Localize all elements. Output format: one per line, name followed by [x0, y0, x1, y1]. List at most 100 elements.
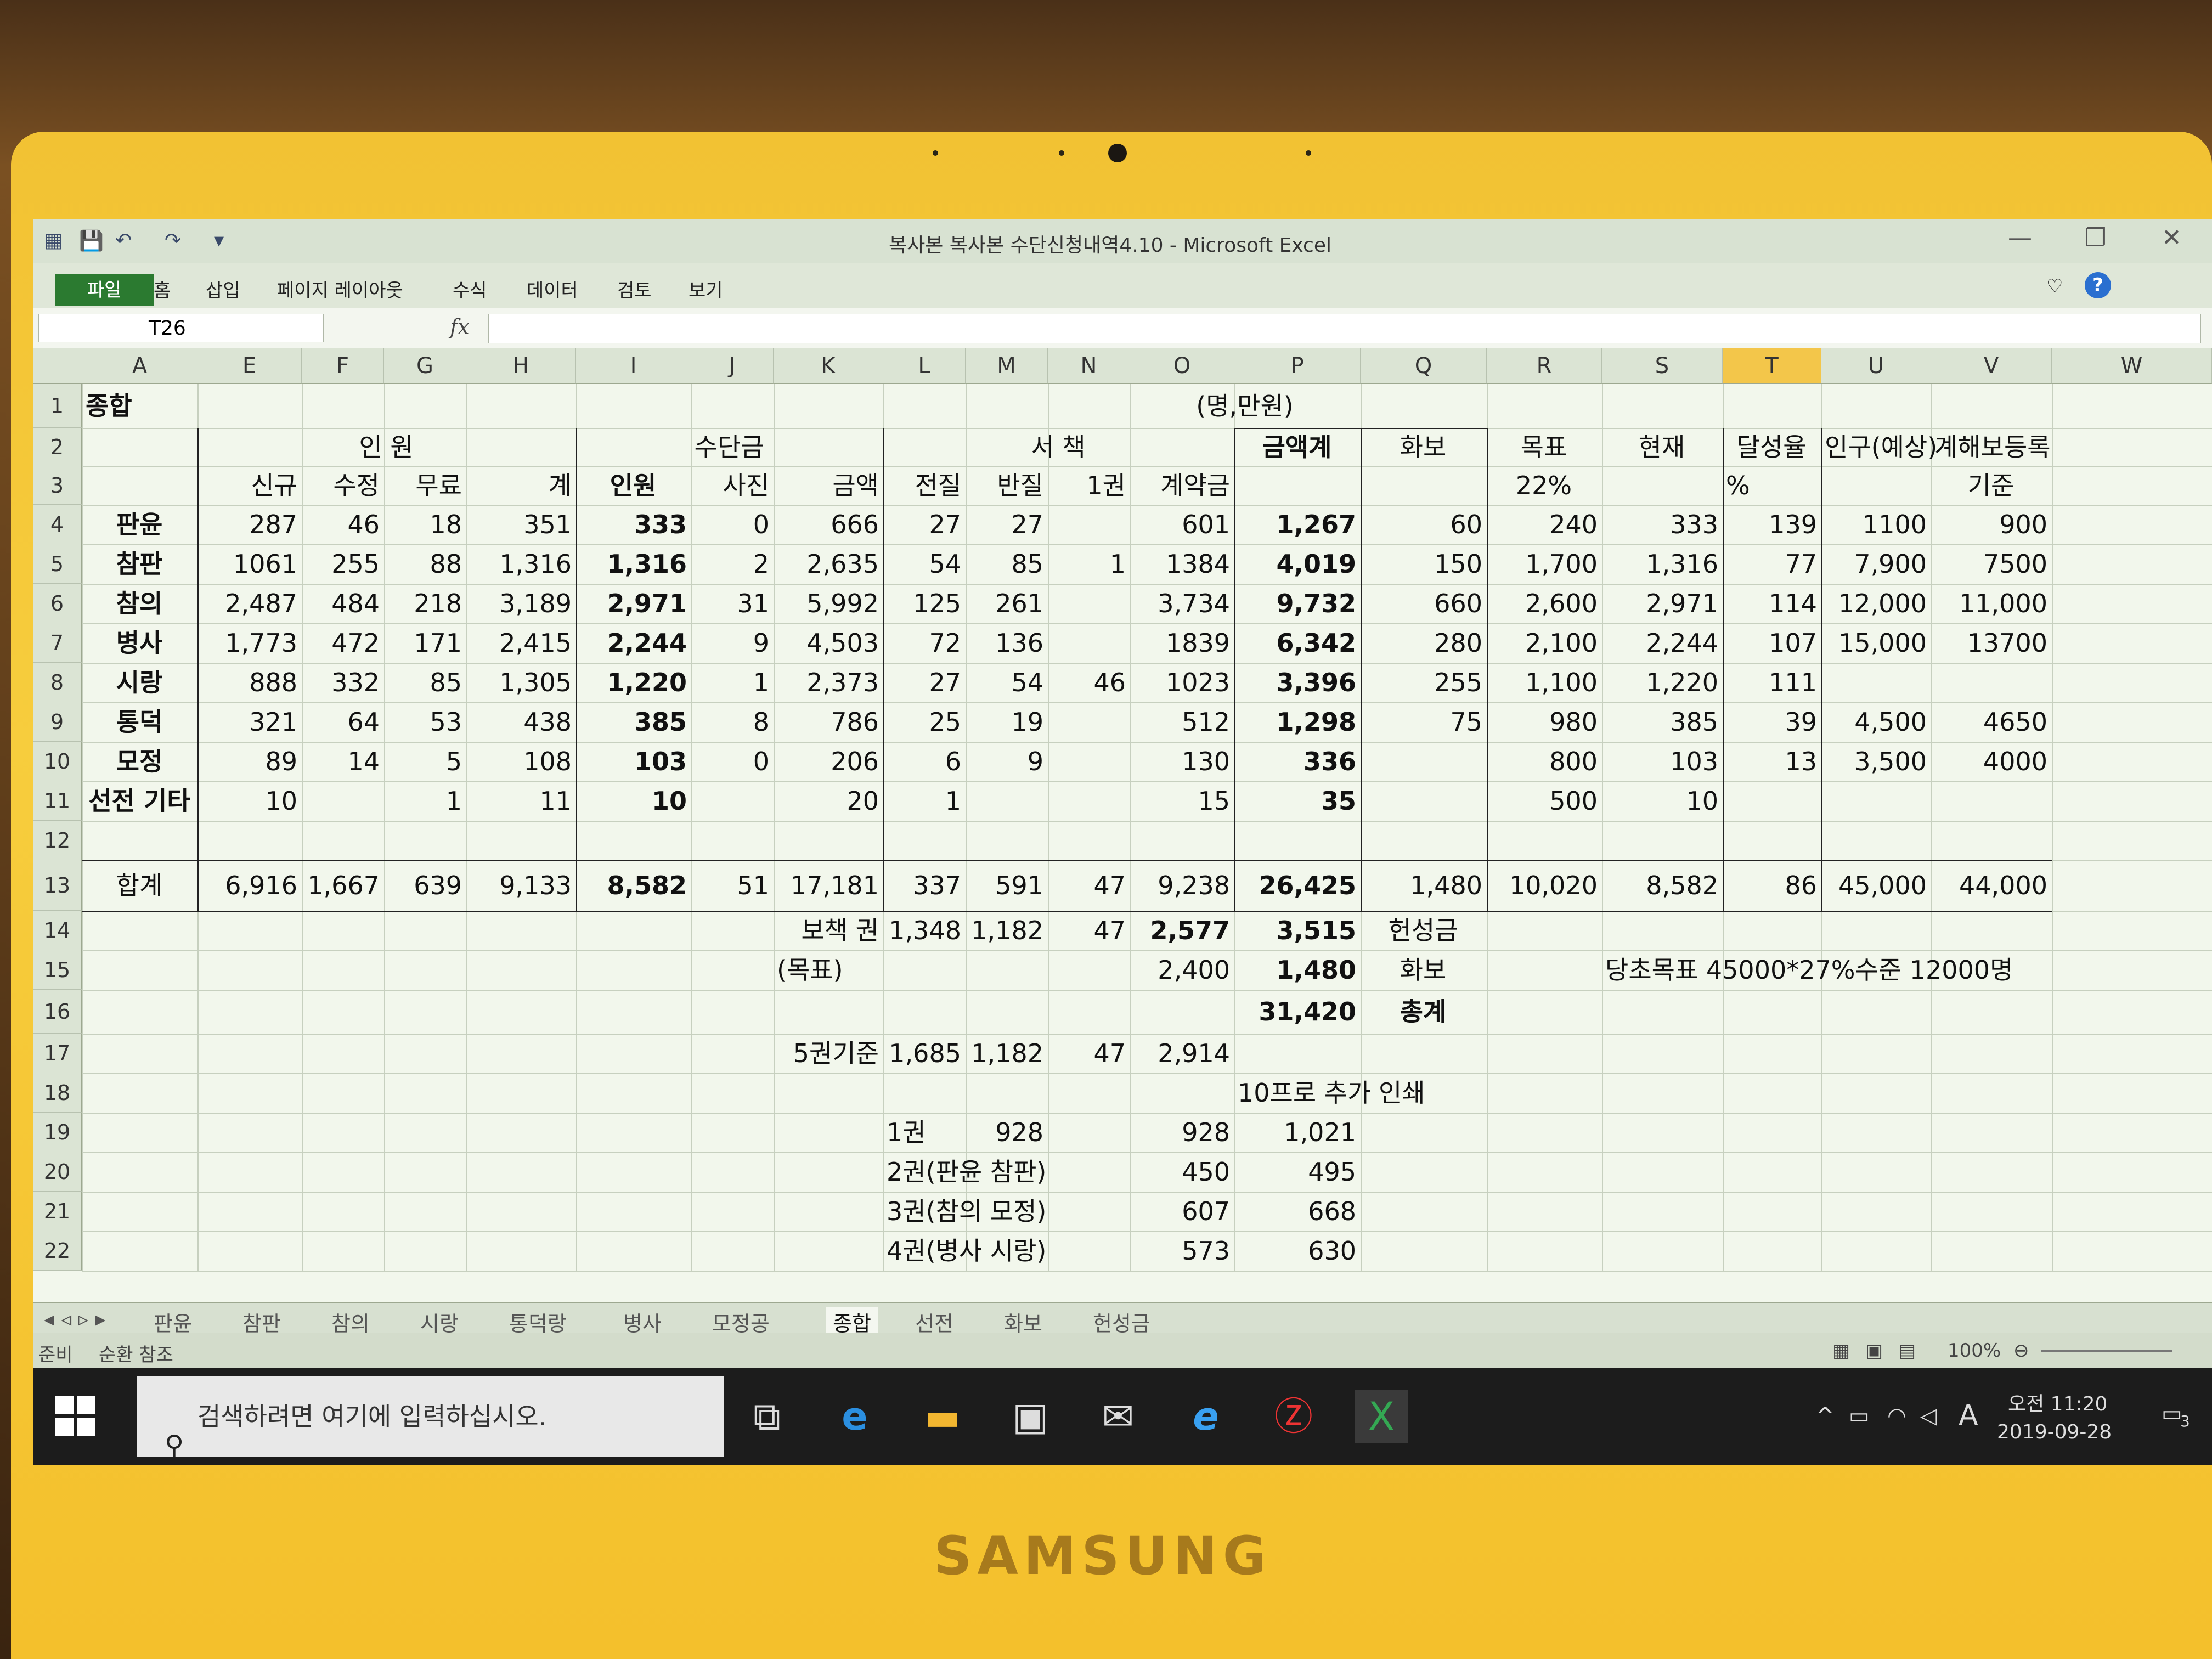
subheader-banjil[interactable]: 반질	[969, 466, 1043, 505]
cell-o4[interactable]: 601	[1133, 505, 1230, 544]
row-header-12[interactable]: 12	[33, 821, 82, 860]
sheet-tab[interactable]: 참판	[242, 1307, 281, 1337]
row-header-15[interactable]: 15	[33, 950, 82, 990]
cell-u8[interactable]	[1825, 663, 1927, 702]
books-label[interactable]: 보책 권	[777, 911, 879, 950]
cell-k5[interactable]: 2,635	[777, 544, 879, 584]
cell-e11[interactable]: 10	[201, 781, 297, 821]
row-header-4[interactable]: 4	[33, 505, 82, 544]
header-ingu[interactable]: 인구(예상)	[1825, 428, 1937, 466]
column-header-o[interactable]: O	[1130, 348, 1234, 384]
cell-t10[interactable]: 13	[1726, 742, 1817, 781]
cell-j5[interactable]: 2	[695, 544, 769, 584]
column-header-p[interactable]: P	[1234, 348, 1361, 384]
row-header-8[interactable]: 8	[33, 663, 82, 702]
cell-n10[interactable]	[1051, 742, 1126, 781]
cell-o6[interactable]: 3,734	[1133, 584, 1230, 623]
redo-icon[interactable]: ↷	[165, 229, 181, 252]
cell-f7[interactable]: 472	[305, 623, 380, 663]
unit-label[interactable]: (명,만원)	[1133, 384, 1356, 428]
cell-m9[interactable]: 19	[969, 702, 1043, 742]
cell-p8[interactable]: 3,396	[1238, 663, 1356, 702]
name-box[interactable]: T26	[38, 314, 324, 342]
cell-j4[interactable]: 0	[695, 505, 769, 544]
cell-f6[interactable]: 484	[305, 584, 380, 623]
cell-f10[interactable]: 14	[305, 742, 380, 781]
row-header-7[interactable]: 7	[33, 623, 82, 663]
vol-label[interactable]: 1권	[887, 1113, 961, 1152]
cell-m11[interactable]	[969, 781, 1043, 821]
cell-n7[interactable]	[1051, 623, 1126, 663]
header-hyeonjae[interactable]: 현재	[1605, 428, 1718, 466]
basis-label[interactable]: 기준	[1934, 466, 2047, 505]
cell-l11[interactable]: 1	[887, 781, 961, 821]
save-icon[interactable]: 💾	[79, 229, 104, 252]
header-mokpyo[interactable]: 목표	[1490, 428, 1598, 466]
row-name[interactable]: 모정	[86, 742, 193, 781]
cell-m5[interactable]: 85	[969, 544, 1043, 584]
row-header-10[interactable]: 10	[33, 742, 82, 781]
total-k[interactable]: 17,181	[777, 860, 879, 911]
sheet-tab[interactable]: 선전	[915, 1307, 953, 1337]
cell-p10[interactable]: 336	[1238, 742, 1356, 781]
sheet-tab[interactable]: 시랑	[420, 1307, 459, 1337]
row-name[interactable]: 참판	[86, 544, 193, 584]
tab-data[interactable]: 데이터	[527, 275, 578, 302]
cell-r9[interactable]: 980	[1490, 702, 1598, 742]
cell-v8[interactable]	[1934, 663, 2047, 702]
tray-chevron-icon[interactable]: ^	[1816, 1403, 1835, 1429]
cell-p4[interactable]: 1,267	[1238, 505, 1356, 544]
row-header-13[interactable]: 13	[33, 860, 82, 911]
header-hwabo[interactable]: 화보	[1364, 428, 1482, 466]
five-vol-m[interactable]: 1,182	[969, 1034, 1043, 1073]
cell-g9[interactable]: 53	[387, 702, 462, 742]
cell-n8[interactable]: 46	[1051, 663, 1126, 702]
row-header-5[interactable]: 5	[33, 544, 82, 584]
cell-p9[interactable]: 1,298	[1238, 702, 1356, 742]
tab-review[interactable]: 검토	[617, 275, 652, 302]
sheet-title[interactable]: 종합	[86, 384, 193, 428]
excel-taskbar-icon[interactable]: X	[1355, 1390, 1408, 1443]
total-g[interactable]: 639	[387, 860, 462, 911]
cell-t5[interactable]: 77	[1726, 544, 1817, 584]
subheader-sinkyu[interactable]: 신규	[201, 466, 297, 505]
edge-browser-icon[interactable]: e	[828, 1390, 881, 1443]
books-n[interactable]: 47	[1051, 911, 1126, 950]
five-vol-l[interactable]: 1,685	[887, 1034, 961, 1073]
column-header-l[interactable]: L	[883, 348, 966, 384]
row-name[interactable]: 시랑	[86, 663, 193, 702]
cell-n6[interactable]	[1051, 584, 1126, 623]
help-icon[interactable]: ?	[2085, 272, 2111, 298]
subheader-sujeong[interactable]: 수정	[305, 466, 380, 505]
column-header-j[interactable]: J	[691, 348, 774, 384]
sheet-tab[interactable]: 병사	[623, 1307, 662, 1337]
cell-r5[interactable]: 1,700	[1490, 544, 1598, 584]
vol1-p[interactable]: 1,021	[1238, 1113, 1356, 1152]
cell-h11[interactable]: 11	[470, 781, 572, 821]
tab-insert[interactable]: 삽입	[206, 275, 240, 302]
sheet-tab[interactable]: 화보	[1004, 1307, 1042, 1337]
cell-j10[interactable]: 0	[695, 742, 769, 781]
row-header-14[interactable]: 14	[33, 911, 82, 950]
cell-l9[interactable]: 25	[887, 702, 961, 742]
cell-f9[interactable]: 64	[305, 702, 380, 742]
cell-u5[interactable]: 7,900	[1825, 544, 1927, 584]
cell-h6[interactable]: 3,189	[470, 584, 572, 623]
cell-k4[interactable]: 666	[777, 505, 879, 544]
column-header-a[interactable]: A	[82, 348, 198, 384]
row-header-3[interactable]: 3	[33, 466, 82, 505]
column-header-v[interactable]: V	[1931, 348, 2052, 384]
subheader-ilgwon[interactable]: 1권	[1051, 466, 1126, 505]
total-h[interactable]: 9,133	[470, 860, 572, 911]
cell-l7[interactable]: 72	[887, 623, 961, 663]
cell-s8[interactable]: 1,220	[1605, 663, 1718, 702]
row-name[interactable]: 병사	[86, 623, 193, 663]
sheet-tab[interactable]: 판윤	[154, 1307, 192, 1337]
cell-m6[interactable]: 261	[969, 584, 1043, 623]
cell-v4[interactable]: 900	[1934, 505, 2047, 544]
row-header-16[interactable]: 16	[33, 990, 82, 1034]
cell-q10[interactable]	[1364, 742, 1482, 781]
row-header-2[interactable]: 2	[33, 428, 82, 466]
tab-page-layout[interactable]: 페이지 레이아웃	[277, 275, 403, 302]
cell-i6[interactable]: 2,971	[579, 584, 687, 623]
